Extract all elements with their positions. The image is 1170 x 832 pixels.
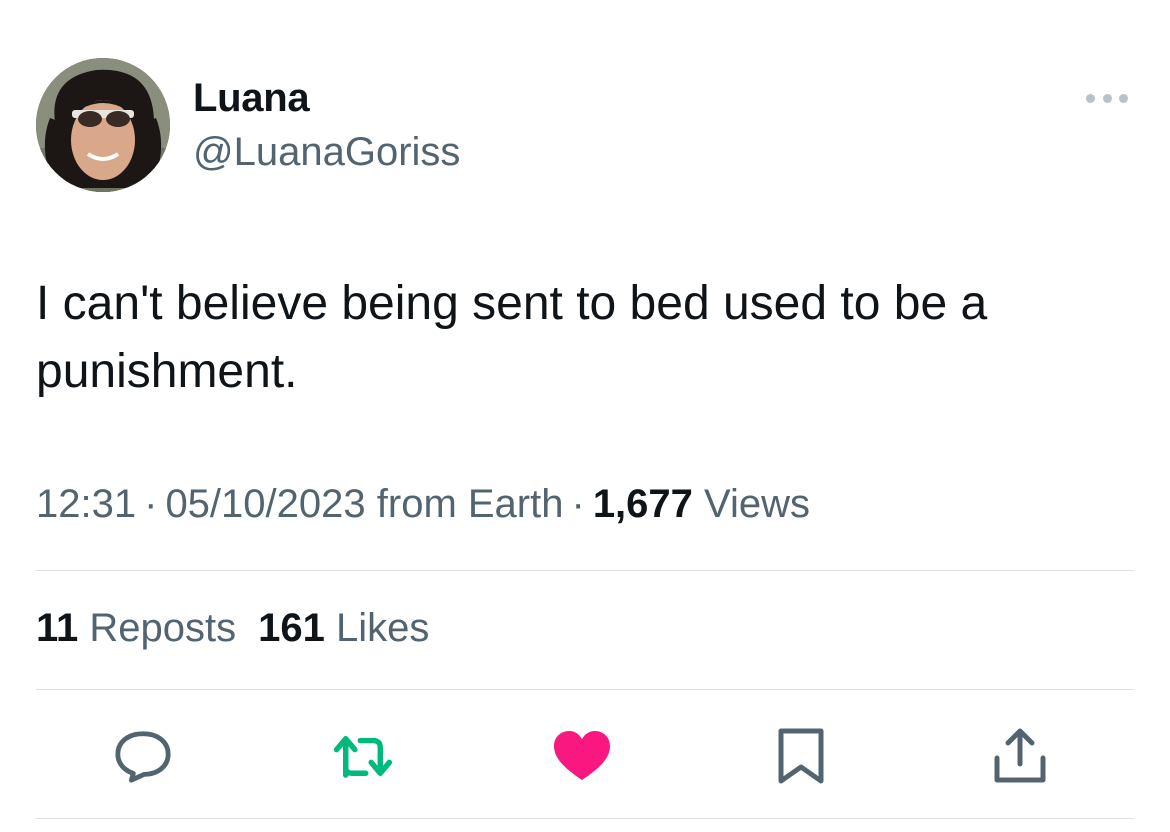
share-upload-icon [994,728,1046,783]
bookmark-button[interactable] [771,726,831,786]
more-options-icon[interactable] [1082,84,1132,112]
reposts-stat[interactable]: 11 Reposts [36,606,236,650]
likes-label: Likes [336,606,430,650]
speech-bubble-icon [115,731,171,783]
repost-arrows-icon [333,736,393,778]
reply-button[interactable] [113,726,173,786]
bookmark-icon [778,728,824,784]
tweet-date[interactable]: 05/10/2023 [165,482,365,526]
repost-button[interactable] [333,726,393,786]
divider [36,570,1134,571]
more-dot [1086,93,1095,103]
more-dot [1119,93,1128,103]
display-name[interactable]: Luana [193,76,310,121]
views-count: 1,677 [592,482,693,526]
views-label: Views [704,482,811,526]
meta-separator: · [571,482,585,526]
avatar[interactable] [36,58,170,192]
tweet-meta: 12:31 · 05/10/2023 from Earth · 1,677 Views [36,482,810,527]
more-dot [1102,93,1112,103]
tweet-time[interactable]: 12:31 [36,482,136,526]
meta-separator: · [144,482,158,526]
user-handle[interactable]: @LuanaGoriss [193,130,460,175]
share-button[interactable] [990,726,1050,786]
reposts-label: Reposts [89,606,237,650]
tweet-source: from Earth [376,482,564,526]
avatar-photo [36,58,170,192]
likes-stat[interactable]: 161 Likes [258,606,429,650]
heart-icon [554,731,610,780]
tweet-text: I can't believe being sent to bed used t… [36,277,988,398]
like-button[interactable] [552,726,612,786]
tweet-card: Luana @LuanaGoriss I can't believe being… [0,0,1170,832]
reposts-count: 11 [36,606,79,650]
engagement-stats: 11 Reposts 161 Likes [36,606,451,651]
divider [36,818,1134,819]
divider [36,689,1134,690]
likes-count: 161 [258,606,325,650]
